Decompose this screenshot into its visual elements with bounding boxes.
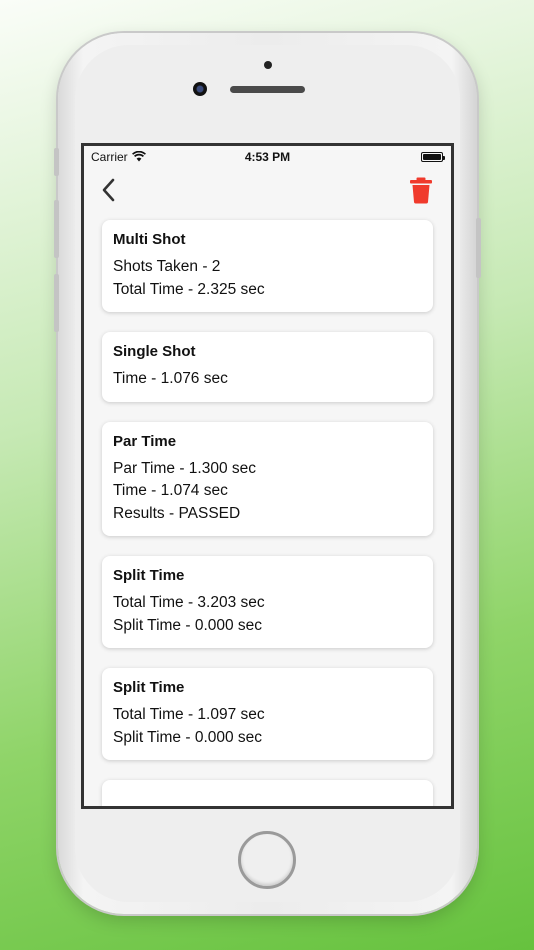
- record-card-partial[interactable]: [102, 780, 433, 806]
- record-title: Split Time: [113, 679, 185, 696]
- record-detail: Time - 1.076 sec: [113, 370, 228, 387]
- record-detail: Time - 1.074 sec: [113, 482, 228, 499]
- app-screen: Carrier 4:53 PM Multi Shot Shots Taken -…: [81, 143, 454, 809]
- status-bar: Carrier 4:53 PM: [84, 146, 451, 168]
- record-card[interactable]: Par Time Par Time - 1.300 sec Time - 1.0…: [102, 421, 433, 536]
- record-detail: Total Time - 1.097 sec: [113, 706, 265, 723]
- back-button[interactable]: [98, 176, 122, 204]
- trash-icon: [410, 177, 432, 204]
- delete-button[interactable]: [409, 176, 433, 204]
- record-detail: Results - PASSED: [113, 504, 241, 522]
- nav-bar: [84, 170, 451, 210]
- record-detail: Total Time - 3.203 sec: [113, 594, 265, 611]
- record-detail: Split Time - 0.000 sec: [113, 728, 263, 746]
- volume-up-button: [54, 200, 59, 258]
- home-button[interactable]: [238, 831, 296, 889]
- record-card[interactable]: Split Time Total Time - 3.203 sec Split …: [102, 556, 433, 648]
- record-card[interactable]: Multi Shot Shots Taken - 2 Total Time - …: [102, 220, 433, 312]
- record-detail: Shots Taken - 2: [113, 258, 221, 275]
- record-detail: Par Time - 1.300 sec: [113, 459, 257, 477]
- clock: 4:53 PM: [244, 150, 291, 164]
- front-camera: [193, 82, 207, 96]
- record-card[interactable]: Single Shot Time - 1.076 sec: [102, 332, 433, 402]
- power-button: [476, 218, 481, 278]
- battery-icon: [421, 152, 445, 162]
- record-detail: Total Time - 2.325 sec: [113, 280, 265, 298]
- record-title: Split Time: [113, 567, 185, 584]
- record-title: Single Shot: [113, 343, 196, 360]
- volume-down-button: [54, 274, 59, 332]
- chevron-left-icon: [102, 178, 115, 202]
- record-card[interactable]: Split Time Total Time - 1.097 sec Split …: [102, 668, 433, 760]
- earpiece-speaker: [230, 86, 305, 93]
- record-title: Par Time: [113, 432, 177, 450]
- record-title: Multi Shot: [113, 231, 186, 248]
- mute-switch: [54, 148, 59, 176]
- proximity-sensor: [264, 61, 272, 69]
- records-list: Multi Shot Shots Taken - 2 Total Time - …: [102, 220, 433, 806]
- record-detail: Split Time - 0.000 sec: [113, 616, 263, 634]
